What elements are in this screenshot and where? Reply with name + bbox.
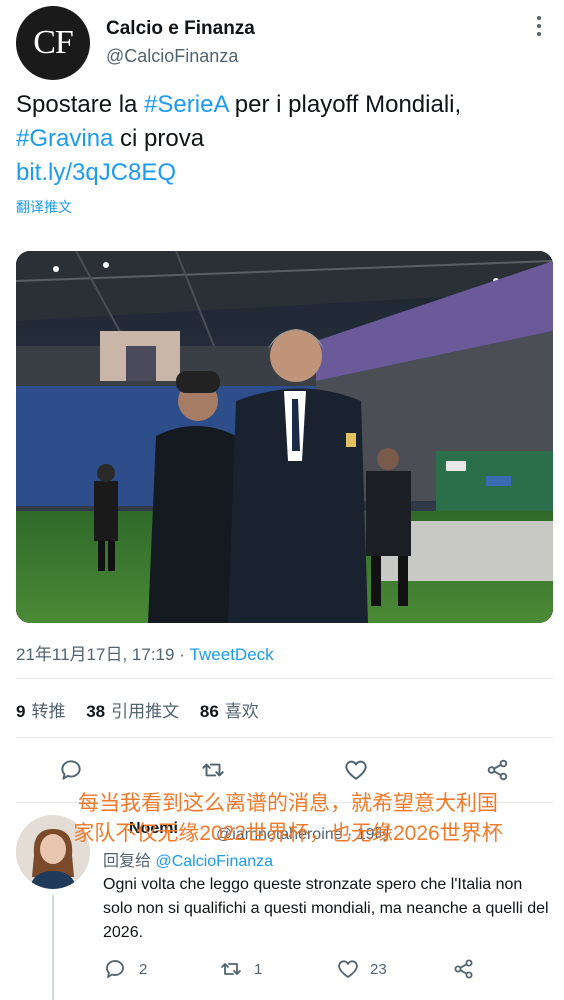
reply-icon[interactable] [56,755,86,785]
stadium-photo-illustration [16,251,553,623]
like-icon[interactable] [341,755,371,785]
share-icon [454,959,473,979]
tweet-text: Spostare la #SerieA per i playoff Mondia… [16,88,546,190]
tweet-photo[interactable] [16,251,553,623]
reply-share-button[interactable] [452,957,476,981]
hashtag-gravina[interactable]: #Gravina [16,125,113,152]
share-icon[interactable] [483,755,513,785]
hashtag-seriea[interactable]: #SerieA [144,91,228,118]
tweet-link[interactable]: bit.ly/3qJC8EQ [16,159,176,186]
avatar-logo-text: CF [33,24,74,61]
reply-to-label: 回复给 [103,853,156,870]
reply-like-count: 23 [370,960,387,978]
overlay-caption-line1: 每当我看到这么离谱的消息，就希望意大利国 [78,792,498,815]
author-avatar[interactable]: CF [16,6,90,80]
reply-to-handle[interactable]: @CalcioFinanza [155,853,273,870]
thread-line [52,895,54,1000]
retweets-label: 转推 [31,702,66,721]
reply-text: Ogni volta che leggo queste stronzate sp… [103,876,549,941]
quotes-count: 38 [86,702,106,721]
retweets-count: 9 [16,702,26,721]
tweet-source[interactable]: TweetDeck [190,645,274,664]
overlay-caption-line2: 家队不仅无缘2022世界杯，也无缘2026世界杯 [73,822,503,845]
tweet-timestamp: 21年11月17日, 17:19 · TweetDeck [16,640,274,665]
tweet-stats: 9 转推 38 引用推文 86 喜欢 [16,697,275,722]
retweet-icon [221,963,241,975]
reply-reply-button[interactable]: 2 [103,957,147,981]
likes-label: 喜欢 [224,702,259,721]
author-name[interactable]: Calcio e Finanza [106,18,255,40]
more-options-icon[interactable] [534,16,544,40]
reply-like-button[interactable]: 23 [336,957,387,981]
reply-reply-count: 2 [139,960,148,978]
divider [16,678,553,679]
retweets-stat[interactable]: 9 转推 [16,702,65,721]
replying-to: 回复给 @CalcioFinanza [103,847,273,871]
likes-count: 86 [199,702,219,721]
retweet-icon[interactable] [198,755,228,785]
like-icon [338,960,358,978]
tweet-text-part3: ci prova [113,125,205,152]
translate-tweet-link[interactable]: 翻译推文 [16,197,72,217]
reply-retweet-button[interactable]: 1 [218,957,262,981]
reply-retweet-count: 1 [254,960,263,978]
quotes-label: 引用推文 [111,702,180,721]
tweet-text-part1: Spostare la [16,91,145,118]
reply-icon [106,960,124,978]
divider [16,737,553,738]
tweet-text-part2: per i playoff Mondiali, [228,91,462,118]
likes-stat[interactable]: 86 喜欢 [200,702,259,721]
author-handle[interactable]: @CalcioFinanza [106,46,238,67]
quotes-stat[interactable]: 38 引用推文 [86,702,179,721]
tweet-date-time[interactable]: 21年11月17日, 17:19 · [16,645,190,664]
